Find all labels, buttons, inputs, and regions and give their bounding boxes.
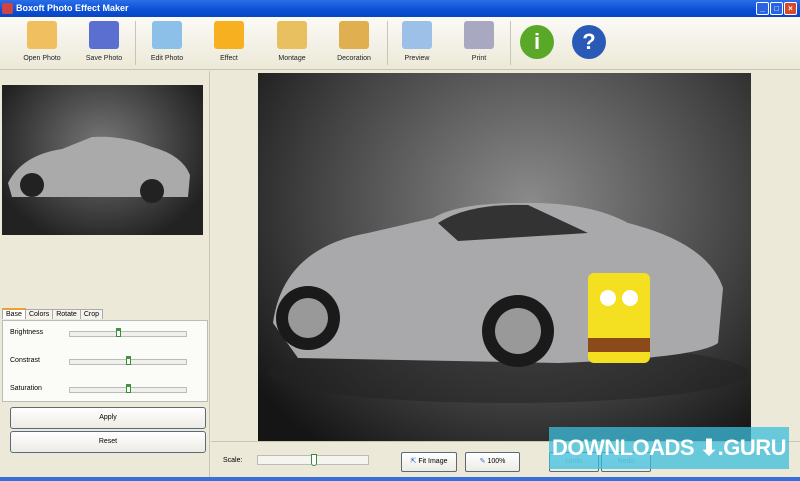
constrast-label: Constrast — [10, 357, 40, 364]
toolbar-label: Save Photo — [85, 55, 123, 62]
watermark: DOWNLOADS ⬇.GURU — [549, 427, 789, 469]
toolbar-label: Decoration — [337, 55, 371, 62]
base-panel: Brightness Constrast Saturation — [2, 320, 208, 402]
folder-icon — [27, 21, 57, 49]
tab-base[interactable]: Base — [2, 308, 26, 319]
maximize-button[interactable]: □ — [770, 2, 783, 15]
scale-slider[interactable] — [257, 454, 369, 466]
toolbar-label: Preview — [404, 55, 430, 62]
toolbar-label: Open Photo — [23, 55, 61, 62]
toolbar-effect-button[interactable]: Effect — [199, 21, 259, 67]
toolbar-preview-button[interactable]: Preview — [387, 21, 447, 67]
constrast-slider[interactable] — [69, 356, 187, 365]
toolbar-separator — [135, 21, 136, 65]
tab-colors[interactable]: Colors — [24, 309, 54, 319]
toolbar-label: Edit Photo — [150, 55, 184, 62]
fit-image-label: Fit Image — [418, 458, 448, 465]
saturation-label: Saturation — [10, 385, 42, 392]
printer-icon — [464, 21, 494, 49]
close-button[interactable]: × — [784, 2, 797, 15]
toolbar-save-photo-button[interactable]: Save Photo — [74, 21, 134, 67]
scale-label: Scale: — [223, 457, 243, 464]
slider-thumb[interactable] — [126, 356, 131, 365]
canvas-area — [211, 71, 800, 441]
help-button[interactable]: ? — [572, 25, 606, 59]
info-button[interactable]: i — [520, 25, 554, 59]
app-icon — [2, 3, 13, 14]
slider-thumb[interactable] — [115, 328, 121, 337]
status-strip — [0, 477, 800, 481]
main-photo[interactable] — [258, 73, 751, 441]
tab-crop[interactable]: Crop — [79, 309, 104, 319]
fit-image-button[interactable]: ⇱ Fit Image — [401, 452, 457, 472]
picture-frame-icon — [339, 21, 369, 49]
adjust-tabs: Base Colors Rotate Crop — [2, 308, 104, 320]
title-bar: Boxoft Photo Effect Maker _ □ × — [0, 0, 800, 17]
window-title: Boxoft Photo Effect Maker — [16, 3, 129, 13]
apply-button[interactable]: Apply — [10, 407, 206, 429]
toolbar-open-photo-button[interactable]: Open Photo — [12, 21, 72, 67]
minimize-button[interactable]: _ — [756, 2, 769, 15]
brightness-label: Brightness — [10, 329, 44, 336]
tab-rotate[interactable]: Rotate — [52, 309, 81, 319]
toolbar-label: Effect — [220, 55, 238, 62]
edit-grid-pencil-icon — [152, 21, 182, 49]
actual-size-label: 100% — [487, 458, 506, 465]
car-thumbnail-image — [8, 136, 190, 203]
sun-icon — [214, 21, 244, 49]
toolbar-decoration-button[interactable]: Decoration — [324, 21, 384, 67]
left-panel: Base Colors Rotate Crop Brightness Constrast… — [0, 71, 210, 477]
slider-thumb[interactable] — [126, 384, 131, 393]
brightness-slider[interactable] — [69, 328, 187, 337]
preview-magnifier-icon — [402, 21, 432, 49]
saturation-slider[interactable] — [69, 384, 187, 393]
toolbar-label: Montage — [278, 55, 306, 62]
scale-slider-thumb[interactable] — [311, 454, 317, 466]
floppy-disk-icon — [89, 21, 119, 49]
layers-download-icon — [277, 21, 307, 49]
reset-button[interactable]: Reset — [10, 431, 206, 453]
toolbar-montage-button[interactable]: Montage — [262, 21, 322, 67]
toolbar-edit-photo-button[interactable]: Edit Photo — [137, 21, 197, 67]
thumbnail-preview — [2, 85, 203, 235]
toolbar-label: Print — [471, 55, 487, 62]
toolbar-print-button[interactable]: Print — [449, 21, 509, 67]
toolbar-separator — [510, 21, 511, 65]
toolbar: Open Photo Save Photo Edit Photo Effect Mont… — [0, 17, 800, 70]
car-photo-image — [268, 202, 748, 403]
actual-size-button[interactable]: ✎ 100% — [465, 452, 520, 472]
toolbar-separator — [387, 21, 388, 65]
